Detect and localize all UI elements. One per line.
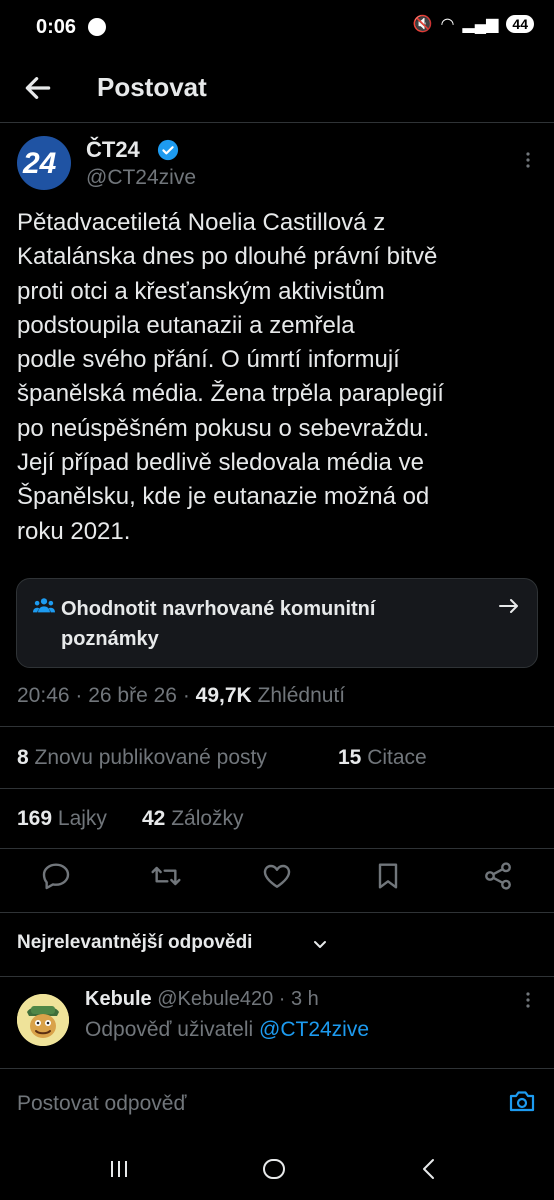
reply-to-line: Odpověď uživateli @CT24zive: [85, 1018, 369, 1042]
back-arrow-icon[interactable]: [22, 72, 54, 104]
people-icon: [33, 598, 55, 613]
repost-icon[interactable]: [150, 860, 182, 892]
system-navigation-bar: [0, 1138, 554, 1200]
tweet-text: Pětadvacetiletá Noelia Castillová z Kata…: [17, 206, 537, 549]
reposts-label: Znovu publikované posty: [34, 746, 267, 769]
messenger-icon: [88, 18, 106, 36]
community-notes-line: Ohodnotit navrhované komunitní: [61, 598, 376, 620]
tweet-line: podle svého přání. O úmrtí informují: [17, 346, 400, 374]
author-avatar[interactable]: 24: [17, 136, 71, 190]
tweet-time: 20:46: [17, 684, 70, 707]
tweet-line: Její případ bedlivě sledovala média ve: [17, 449, 424, 477]
mute-icon: 🔇: [412, 16, 433, 33]
views-count: 49,7K: [195, 684, 252, 707]
page-title: Postovat: [97, 72, 207, 102]
tweet-meta: 20:46 · 26 bře 26 · 49,7K Zhlédnutí: [17, 684, 346, 707]
reply-header[interactable]: Kebule @Kebule420 · 3 h: [85, 988, 319, 1011]
tweet-line: Španělsku, kde je eutanazie možná od: [17, 483, 430, 511]
reposts-stat[interactable]: 8 Znovu publikované posty: [17, 746, 267, 770]
author-name[interactable]: ČT24: [86, 137, 140, 163]
quotes-stat[interactable]: 15 Citace: [338, 746, 427, 770]
camera-icon[interactable]: [508, 1088, 536, 1114]
reply-to-handle-link[interactable]: @CT24zive: [259, 1018, 369, 1041]
avatar-logo-text: 24: [23, 147, 57, 180]
more-options-icon[interactable]: [520, 150, 536, 170]
quotes-count: 15: [338, 746, 362, 769]
divider: [0, 912, 554, 913]
chevron-down-icon[interactable]: [312, 936, 328, 952]
tweet-date: 26 bře 26: [88, 684, 177, 707]
community-notes-line: poznámky: [61, 628, 159, 650]
reply-time: 3 h: [290, 988, 319, 1010]
wifi-icon: ◠: [440, 16, 455, 33]
tweet-line: roku 2021.: [17, 517, 131, 545]
bookmarks-count: 42: [142, 807, 166, 830]
verified-badge-icon: [157, 139, 179, 161]
recent-apps-icon[interactable]: [104, 1154, 134, 1184]
tweet-line: Katalánska dnes po dlouhé právní bitvě: [17, 243, 438, 271]
author-handle[interactable]: @CT24zive: [86, 166, 196, 190]
bookmark-icon[interactable]: [372, 860, 404, 892]
divider: [0, 848, 554, 849]
likes-stat[interactable]: 169 Lajky: [17, 807, 107, 831]
quotes-label: Citace: [367, 746, 427, 769]
system-icons: 🔇 ◠ ▂▄▆ 44: [413, 14, 534, 34]
reply-avatar[interactable]: [17, 994, 69, 1046]
signal-icon: ▂▄▆: [462, 16, 499, 33]
community-notes-label: Ohodnotit navrhované komunitní poznámky: [61, 594, 461, 654]
action-bar: [0, 860, 554, 900]
divider: [0, 976, 554, 977]
status-time: 0:06: [36, 16, 77, 38]
reply-author-handle: @Kebule420: [157, 988, 274, 1010]
more-options-icon[interactable]: [520, 990, 536, 1010]
cartoon-character-avatar-icon: [17, 994, 69, 1046]
divider: [0, 788, 554, 789]
battery-indicator: 44: [506, 15, 534, 33]
share-icon[interactable]: [482, 860, 514, 892]
likes-count: 169: [17, 807, 53, 830]
bookmarks-label: Záložky: [171, 807, 244, 830]
reply-to-label: Odpověď uživateli: [85, 1018, 254, 1041]
reply-input[interactable]: Postovat odpověď: [17, 1092, 186, 1116]
replies-sort-dropdown[interactable]: Nejrelevantnější odpovědi: [17, 932, 252, 954]
views-label: Zhlédnutí: [257, 684, 346, 707]
community-notes-card[interactable]: Ohodnotit navrhované komunitní poznámky: [16, 578, 538, 668]
reply-icon[interactable]: [40, 860, 72, 892]
tweet-line: proti otci a křesťanským aktivistům: [17, 277, 385, 305]
tweet-line: španělská média. Žena trpěla paraplegií: [17, 380, 444, 408]
tweet-line: Pětadvacetiletá Noelia Castillová z: [17, 209, 386, 236]
arrow-right-icon: [499, 599, 518, 613]
bookmarks-stat[interactable]: 42 Záložky: [142, 807, 244, 831]
tweet-line: podstoupila eutanazii a zemřela: [17, 311, 355, 339]
reply-author-name: Kebule: [85, 988, 152, 1010]
tweet-line: po neúspěšném pokusu o sebevraždu.: [17, 414, 430, 442]
reposts-count: 8: [17, 746, 29, 769]
divider: [0, 726, 554, 727]
like-heart-icon[interactable]: [261, 860, 293, 892]
status-bar: 0:06 🔇 ◠ ▂▄▆ 44: [0, 0, 554, 58]
home-icon[interactable]: [259, 1154, 289, 1184]
likes-label: Lajky: [57, 807, 107, 830]
back-nav-icon[interactable]: [414, 1154, 444, 1184]
top-bar: Postovat: [0, 58, 554, 123]
